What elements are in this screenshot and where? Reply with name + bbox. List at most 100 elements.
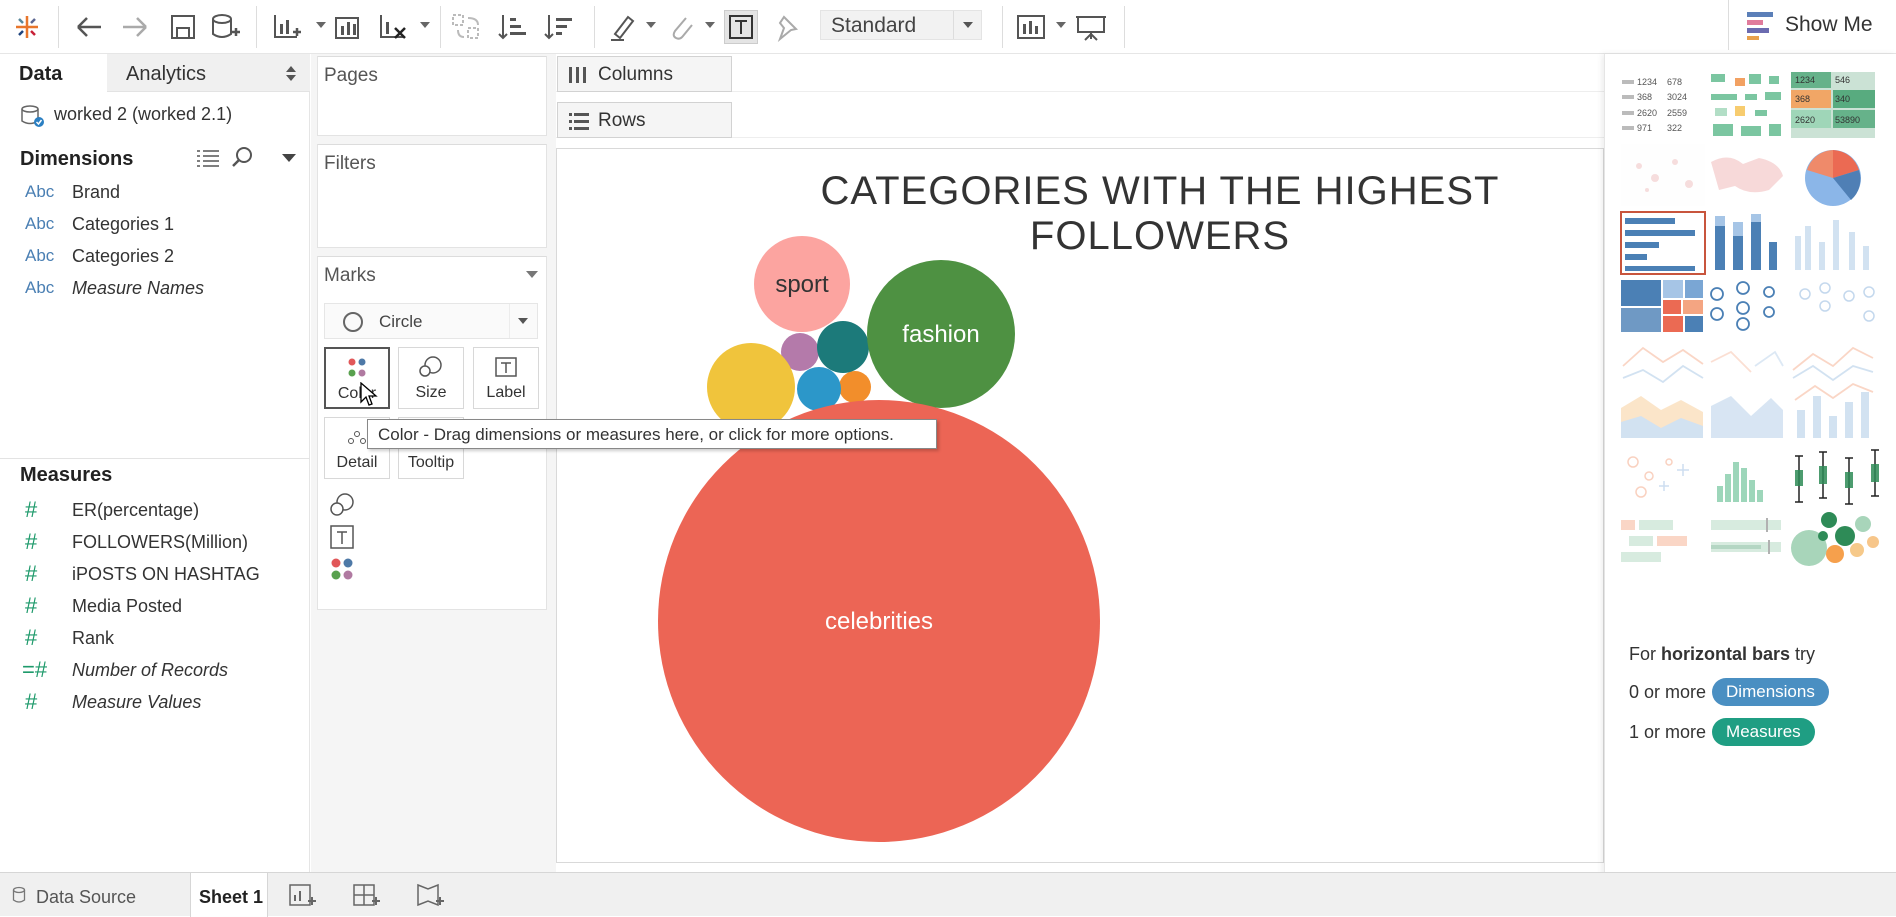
sheet-1-tab[interactable]: Sheet 1 [190,873,268,917]
color-icon [331,558,353,580]
svg-text:340: 340 [1835,94,1850,104]
tab-data[interactable]: Data [0,54,107,92]
tableau-logo-icon[interactable] [10,10,44,44]
database-icon [12,886,26,903]
histogram-thumb [1717,462,1763,502]
pages-card[interactable]: Pages [317,56,547,136]
toolbar-separator [256,6,257,48]
marks-title: Marks [324,265,376,286]
show-cards-icon[interactable] [1014,10,1048,44]
pill-label: SUM(FOLLOWE.. [374,495,511,514]
area-discrete-thumb [1711,396,1783,438]
data-source-tab-label: Data Source [36,887,137,907]
measure-field-rank[interactable]: # Rank [25,625,114,651]
show-me-label: Show Me [1785,13,1873,36]
label-button[interactable]: Label [473,347,539,409]
new-story-tab-icon[interactable] [416,881,446,914]
svg-text:678: 678 [1667,77,1682,87]
measure-field-media-posted[interactable]: # Media Posted [25,593,182,619]
field-label: Measure Values [72,691,202,712]
label-pill[interactable]: Categories 1 [360,524,532,550]
marks-menu-icon[interactable] [526,271,538,278]
measure-field-er[interactable]: # ER(percentage) [25,497,199,523]
size-pill[interactable]: SUM(FOLLOWE.. [360,492,532,518]
measure-field-iposts[interactable]: # iPOSTS ON HASHTAG [25,561,260,587]
group-dropdown[interactable] [705,22,715,28]
new-dashboard-tab-icon[interactable] [352,881,382,914]
view-list-icon[interactable] [196,148,220,168]
field-label: Rank [72,627,115,648]
chart-type-gallery: 1234 678 368 3024 2620 2559 971 322 1234 546 368 3… [1620,72,1879,566]
measure-field-number-of-records[interactable]: =# Number of Records [22,657,228,683]
presentation-mode-icon[interactable] [1074,10,1108,44]
measure-field-followers[interactable]: # FOLLOWERS(Million) [25,529,248,555]
datasource-name: worked 2 (worked 2.1) [54,104,233,124]
bubble-mark[interactable] [707,343,795,431]
tab-analytics[interactable]: Analytics [107,54,310,92]
mark-type-value: Circle [379,312,423,331]
number-type-icon: # [25,561,38,586]
rows-label: Rows [598,110,646,131]
bubble-mark[interactable] [839,371,871,403]
dual-combination-thumb [1794,382,1874,438]
dimensions-title: Dimensions [20,148,134,170]
mark-type-select[interactable]: Circle [324,303,538,339]
redo-icon[interactable] [118,10,152,44]
clear-sheet-icon[interactable] [376,10,410,44]
datasource-icon [21,105,44,127]
dimensions-menu-icon[interactable] [282,154,296,162]
sort-descending-icon[interactable] [542,10,576,44]
svg-text:368: 368 [1795,94,1810,104]
sort-ascending-icon[interactable] [496,10,530,44]
swap-icon[interactable] [450,10,484,44]
bubble-mark[interactable] [817,321,869,373]
columns-label: Columns [598,64,673,85]
string-type-icon: Abc [25,246,55,265]
measures-requirement: 1 or more Measures [1629,718,1815,746]
tab-analytics-label: Analytics [126,63,207,85]
new-worksheet-dropdown[interactable] [316,22,326,28]
pill-label: Categories 1 [374,559,471,578]
color-button[interactable]: Color [324,347,390,409]
highlight-dropdown[interactable] [646,22,656,28]
show-me-button[interactable]: Show Me [1728,0,1896,50]
filters-card[interactable]: Filters [317,144,547,248]
color-pill[interactable]: Categories 1 [360,556,532,582]
dimension-field-categories-2[interactable]: Abc Categories 2 [25,243,174,269]
save-icon[interactable] [166,10,200,44]
bubble-label: sport [775,271,829,298]
size-button[interactable]: Size [398,347,464,409]
worksheet-view[interactable]: CATEGORIES WITH THE HIGHEST FOLLOWERS sp… [556,148,1604,863]
new-datasource-icon[interactable] [208,10,242,44]
dimension-field-categories-1[interactable]: Abc Categories 1 [25,211,174,237]
fix-axes-icon[interactable] [770,10,804,44]
clear-sheet-dropdown[interactable] [420,22,430,28]
duplicate-sheet-icon[interactable] [332,10,366,44]
field-label: iPOSTS ON HASHTAG [72,563,260,584]
dimension-field-brand[interactable]: Abc Brand [25,179,120,205]
circle-icon [343,312,363,332]
group-icon[interactable] [664,10,698,44]
gantt-chart-thumb [1621,520,1687,562]
fit-width-select[interactable]: Standard [820,10,982,40]
label-icon [474,356,538,380]
svg-text:2620: 2620 [1795,115,1815,125]
bullet-graph-thumb [1711,518,1781,554]
highlight-icon[interactable] [606,10,640,44]
new-worksheet-tab-icon[interactable] [288,881,318,914]
highlight-table-thumb: 1234 546 368 340 2620 53890 [1791,72,1875,138]
pages-title: Pages [324,65,378,86]
bubble-mark[interactable] [797,367,841,411]
chevron-down-icon [953,11,981,39]
hint-suffix: try [1795,644,1816,664]
data-source-tab[interactable]: Data Source [12,873,136,917]
search-icon[interactable] [232,146,254,168]
show-cards-dropdown[interactable] [1056,22,1066,28]
show-mark-labels-icon[interactable] [724,10,758,44]
dimensions-count: 0 or more [1629,681,1707,702]
undo-icon[interactable] [72,10,106,44]
new-worksheet-icon[interactable] [270,10,304,44]
measure-field-measure-values[interactable]: # Measure Values [25,689,201,715]
svg-text:971: 971 [1637,123,1652,133]
dimension-field-measure-names[interactable]: Abc Measure Names [25,275,204,301]
